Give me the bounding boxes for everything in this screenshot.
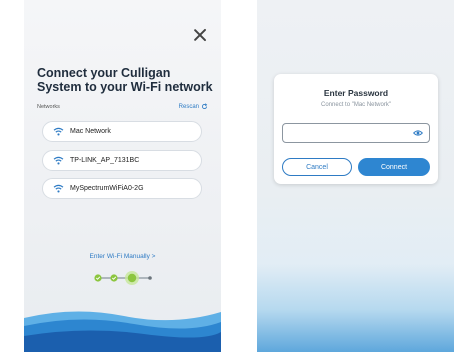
wifi-setup-screen: Connect your Culligan System to your Wi-… [24,0,221,352]
step-1-complete [94,274,102,282]
page-title: Connect your Culligan System to your Wi-… [37,66,213,94]
wifi-icon [53,156,64,165]
refresh-icon [201,103,208,110]
password-dialog: Enter Password Connect to "Mac Network" … [274,74,438,184]
password-screen: Enter Password Connect to "Mac Network" … [257,0,454,352]
wifi-icon [53,127,64,136]
dialog-subtitle: Connect to "Mac Network" [321,102,391,108]
wifi-icon [53,184,64,193]
network-item-myspectrum[interactable]: MySpectrumWiFiA0-2G [42,178,202,199]
close-icon[interactable] [192,27,208,43]
dialog-title: Enter Password [323,88,389,98]
network-name: MySpectrumWiFiA0-2G [70,185,144,192]
step-progress-indicator [94,271,152,285]
rescan-label: Rescan [178,103,199,110]
enter-wifi-manually-link[interactable]: Enter Wi-Fi Manually > [24,253,221,260]
cancel-button[interactable]: Cancel [282,158,352,176]
status-bar [24,0,221,12]
password-input[interactable] [282,123,430,143]
step-2-complete [110,274,118,282]
network-name: TP-LINK_AP_7131BC [70,157,140,164]
network-item-tp-link[interactable]: TP-LINK_AP_7131BC [42,150,202,171]
networks-label: Networks [37,104,60,110]
wave-decoration [24,311,221,352]
eye-icon[interactable] [413,128,423,138]
network-item-mac-network[interactable]: Mac Network [42,121,202,142]
step-4-pending [148,276,152,280]
status-bar [257,0,454,12]
step-3-current [127,273,137,283]
network-name: Mac Network [70,128,111,135]
connect-button[interactable]: Connect [358,158,430,176]
rescan-button[interactable]: Rescan [179,103,208,110]
